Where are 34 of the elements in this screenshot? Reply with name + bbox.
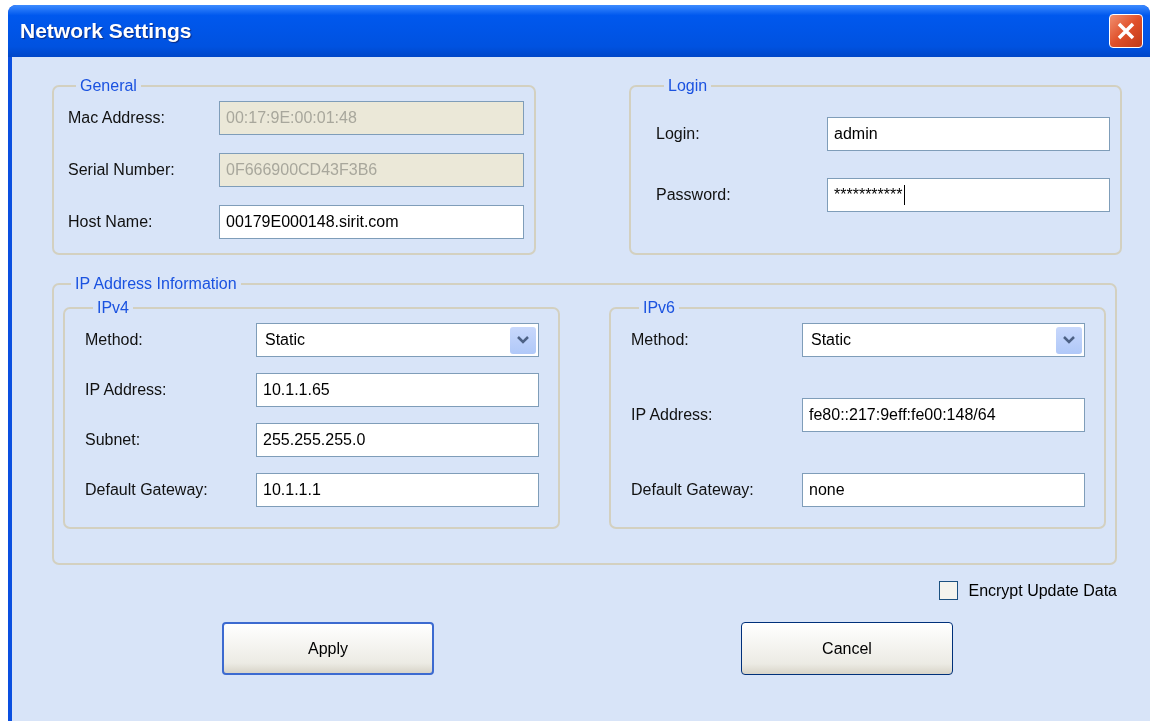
text-field[interactable]: 00179E000148.sirit.com <box>219 205 524 239</box>
dialog-button[interactable]: Cancel <box>741 622 953 675</box>
text-field[interactable]: none <box>802 473 1085 507</box>
field-label: Serial Number: <box>68 161 176 179</box>
field-label: Mac Address: <box>68 109 166 127</box>
group-title: General <box>79 77 138 95</box>
group-title: Login <box>667 77 709 95</box>
text-field[interactable]: 255.255.255.0 <box>256 423 539 457</box>
field-label: IP Address: <box>85 381 168 399</box>
text-field[interactable]: 10.1.1.1 <box>256 473 539 507</box>
text-field[interactable]: *********** <box>827 178 1110 212</box>
text-field[interactable]: 10.1.1.65 <box>256 373 539 407</box>
close-icon <box>1116 21 1136 41</box>
window-title: Network Settings <box>20 19 192 43</box>
method-dropdown[interactable]: Static <box>256 323 539 357</box>
field-label: IP Address: <box>631 406 714 424</box>
group-title: IP Address Information <box>74 275 238 293</box>
method-dropdown[interactable]: Static <box>802 323 1085 357</box>
field-label: Method: <box>631 331 690 349</box>
field-label: Password: <box>656 186 732 204</box>
text-field[interactable]: fe80::217:9eff:fe00:148/64 <box>802 398 1085 432</box>
checkbox[interactable] <box>939 581 959 600</box>
checkbox-label: Encrypt Update Data <box>968 581 1117 600</box>
field-label: Login: <box>656 125 701 143</box>
dialog-button[interactable]: Apply <box>222 622 434 675</box>
field-label: Host Name: <box>68 213 154 231</box>
field-label: Default Gateway: <box>631 481 755 499</box>
text-field[interactable]: admin <box>827 117 1110 151</box>
field-label: Default Gateway: <box>85 481 209 499</box>
field-label: Subnet: <box>85 431 142 449</box>
close-button[interactable] <box>1109 14 1143 48</box>
group-title: IPv6 <box>642 299 676 317</box>
group-title: IPv4 <box>96 299 130 317</box>
field-label: Method: <box>85 331 144 349</box>
